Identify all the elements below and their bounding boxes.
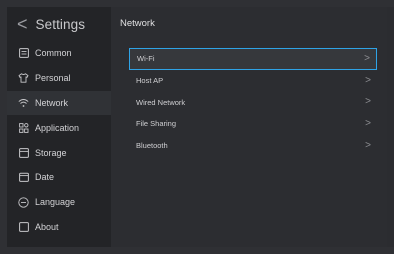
list-item-label: Bluetooth — [136, 141, 168, 151]
chevron-right-icon: > — [365, 96, 371, 108]
chevron-right-icon: > — [365, 117, 371, 129]
globe-icon — [18, 197, 29, 208]
window-edge — [387, 7, 394, 247]
sidebar-item-label: Storage — [35, 147, 67, 158]
sidebar-item-language[interactable]: Language — [7, 190, 111, 215]
storage-icon — [18, 147, 29, 158]
sidebar-item-date[interactable]: Date — [7, 165, 111, 190]
list-icon — [18, 48, 29, 59]
calendar-icon — [18, 172, 29, 183]
sidebar-item-storage[interactable]: Storage — [7, 140, 111, 165]
back-button[interactable]: < — [17, 15, 28, 33]
network-options-list: Wi-Fi > Host AP > Wired Network > File S… — [129, 48, 377, 156]
sidebar-item-application[interactable]: Application — [7, 115, 111, 140]
sidebar-item-label: Personal — [35, 73, 71, 84]
info-icon — [18, 221, 29, 232]
wifi-icon — [18, 97, 29, 108]
list-item-host-ap[interactable]: Host AP > — [129, 70, 377, 92]
main-panel: Network Wi-Fi > Host AP > Wired Network … — [111, 7, 387, 247]
chevron-right-icon: > — [364, 52, 370, 64]
apps-icon — [18, 122, 29, 133]
chevron-right-icon: > — [365, 74, 371, 86]
list-item-wifi[interactable]: Wi-Fi > — [129, 48, 377, 70]
chevron-right-icon: > — [365, 139, 371, 151]
sidebar-item-personal[interactable]: Personal — [7, 66, 111, 91]
shirt-icon — [18, 73, 29, 84]
sidebar-item-label: About — [35, 221, 59, 232]
sidebar-item-label: Application — [35, 122, 80, 133]
list-item-label: Wired Network — [136, 97, 186, 107]
sidebar-header: < Settings — [7, 7, 111, 41]
sidebar-item-label: Language — [35, 197, 76, 208]
sidebar-item-common[interactable]: Common — [7, 41, 111, 66]
list-item-label: Wi-Fi — [137, 54, 155, 64]
list-item-bluetooth[interactable]: Bluetooth > — [129, 135, 377, 157]
list-item-wired-network[interactable]: Wired Network > — [129, 91, 377, 113]
sidebar-item-about[interactable]: About — [7, 215, 111, 240]
page-title: Network — [120, 18, 155, 29]
sidebar-title: Settings — [35, 16, 86, 32]
sidebar-item-label: Common — [35, 48, 72, 59]
sidebar-item-label: Network — [35, 97, 69, 108]
list-item-label: Host AP — [136, 76, 164, 86]
sidebar-item-label: Date — [35, 172, 55, 183]
sidebar: < Settings Common Personal Network Appli… — [7, 7, 111, 247]
list-item-file-sharing[interactable]: File Sharing > — [129, 113, 377, 135]
sidebar-item-network[interactable]: Network — [7, 90, 111, 116]
settings-window: < Settings Common Personal Network Appli… — [0, 0, 394, 254]
list-item-label: File Sharing — [136, 119, 177, 129]
